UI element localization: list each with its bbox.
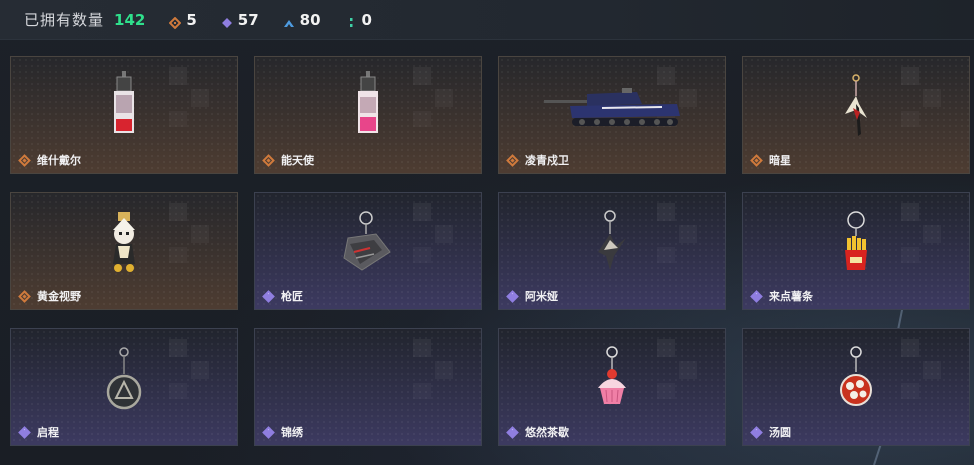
fries-charm-image (743, 193, 969, 293)
bird-charm-image (743, 57, 969, 157)
stat-blue-value: 80 (299, 10, 321, 29)
item-name: 来点薯条 (769, 290, 813, 303)
item-card[interactable]: 阿米娅 (498, 192, 726, 310)
item-name: 锦绣 (281, 426, 303, 439)
purple-rarity-icon (262, 289, 275, 303)
item-card[interactable]: 来点薯条 (742, 192, 970, 310)
gold-rarity-icon (506, 153, 519, 167)
item-name: 阿米娅 (525, 290, 558, 303)
stat-purple: 57 (221, 11, 259, 29)
item-name: 黄金视野 (37, 290, 81, 303)
item-card[interactable]: 凌青戍卫 (498, 56, 726, 174)
figure-charm-image (11, 193, 237, 293)
stat-gold-value: 5 (186, 10, 197, 29)
purple-rarity-icon (750, 289, 763, 303)
collection-grid: 维什戴尔 能天使 凌青戍卫 暗星 黄金视野 枪匠 阿米娅 来点薯条 启程 锦绣 … (10, 56, 970, 446)
gold-diamond-icon (168, 14, 182, 29)
purple-rarity-icon (506, 289, 519, 303)
item-card[interactable]: 暗星 (742, 56, 970, 174)
stat-purple-value: 57 (237, 10, 259, 29)
gold-rarity-icon (18, 153, 31, 167)
owned-count: 142 (114, 10, 146, 29)
gold-rarity-icon (750, 153, 763, 167)
tank-image (499, 57, 725, 157)
item-name: 凌青戍卫 (525, 154, 569, 167)
purple-rarity-icon (750, 425, 763, 439)
stat-green-value: 0 (361, 10, 372, 29)
item-card[interactable]: 汤圆 (742, 328, 970, 446)
item-name: 汤圆 (769, 426, 791, 439)
purple-diamond-icon (221, 14, 233, 28)
stat-blue: 80 (283, 11, 321, 29)
purple-rarity-icon (262, 425, 275, 439)
stat-gold: 5 (168, 10, 197, 29)
inventory-header: 已拥有数量 142 5 57 80 0 (0, 0, 974, 40)
tag-charm-image (255, 193, 481, 293)
item-card[interactable]: 能天使 (254, 56, 482, 174)
item-card[interactable]: 维什戴尔 (10, 56, 238, 174)
item-name: 能天使 (281, 154, 314, 167)
purple-rarity-icon (18, 425, 31, 439)
item-name: 暗星 (769, 154, 791, 167)
blue-chevron-icon (283, 14, 295, 27)
ring-charm-image (11, 329, 237, 429)
green-dots-icon (345, 14, 357, 27)
item-name: 维什戴尔 (37, 154, 81, 167)
gold-rarity-icon (18, 289, 31, 303)
stat-green: 0 (345, 11, 372, 29)
item-card[interactable]: 锦绣 (254, 328, 482, 446)
ears-charm-image (499, 193, 725, 293)
item-card[interactable]: 枪匠 (254, 192, 482, 310)
item-card[interactable]: 黄金视野 (10, 192, 238, 310)
vial-keychain-image (11, 57, 237, 157)
gold-rarity-icon (262, 153, 275, 167)
owned-label: 已拥有数量 (24, 11, 105, 29)
item-card[interactable]: 启程 (10, 328, 238, 446)
item-card[interactable]: 悠然茶歇 (498, 328, 726, 446)
item-name: 枪匠 (281, 290, 303, 303)
item-name: 悠然茶歇 (525, 426, 569, 439)
purple-rarity-icon (506, 425, 519, 439)
vial-keychain-image (255, 57, 481, 157)
item-name: 启程 (37, 426, 59, 439)
cupcake-charm-image (499, 329, 725, 429)
bowl-charm-image (743, 329, 969, 429)
